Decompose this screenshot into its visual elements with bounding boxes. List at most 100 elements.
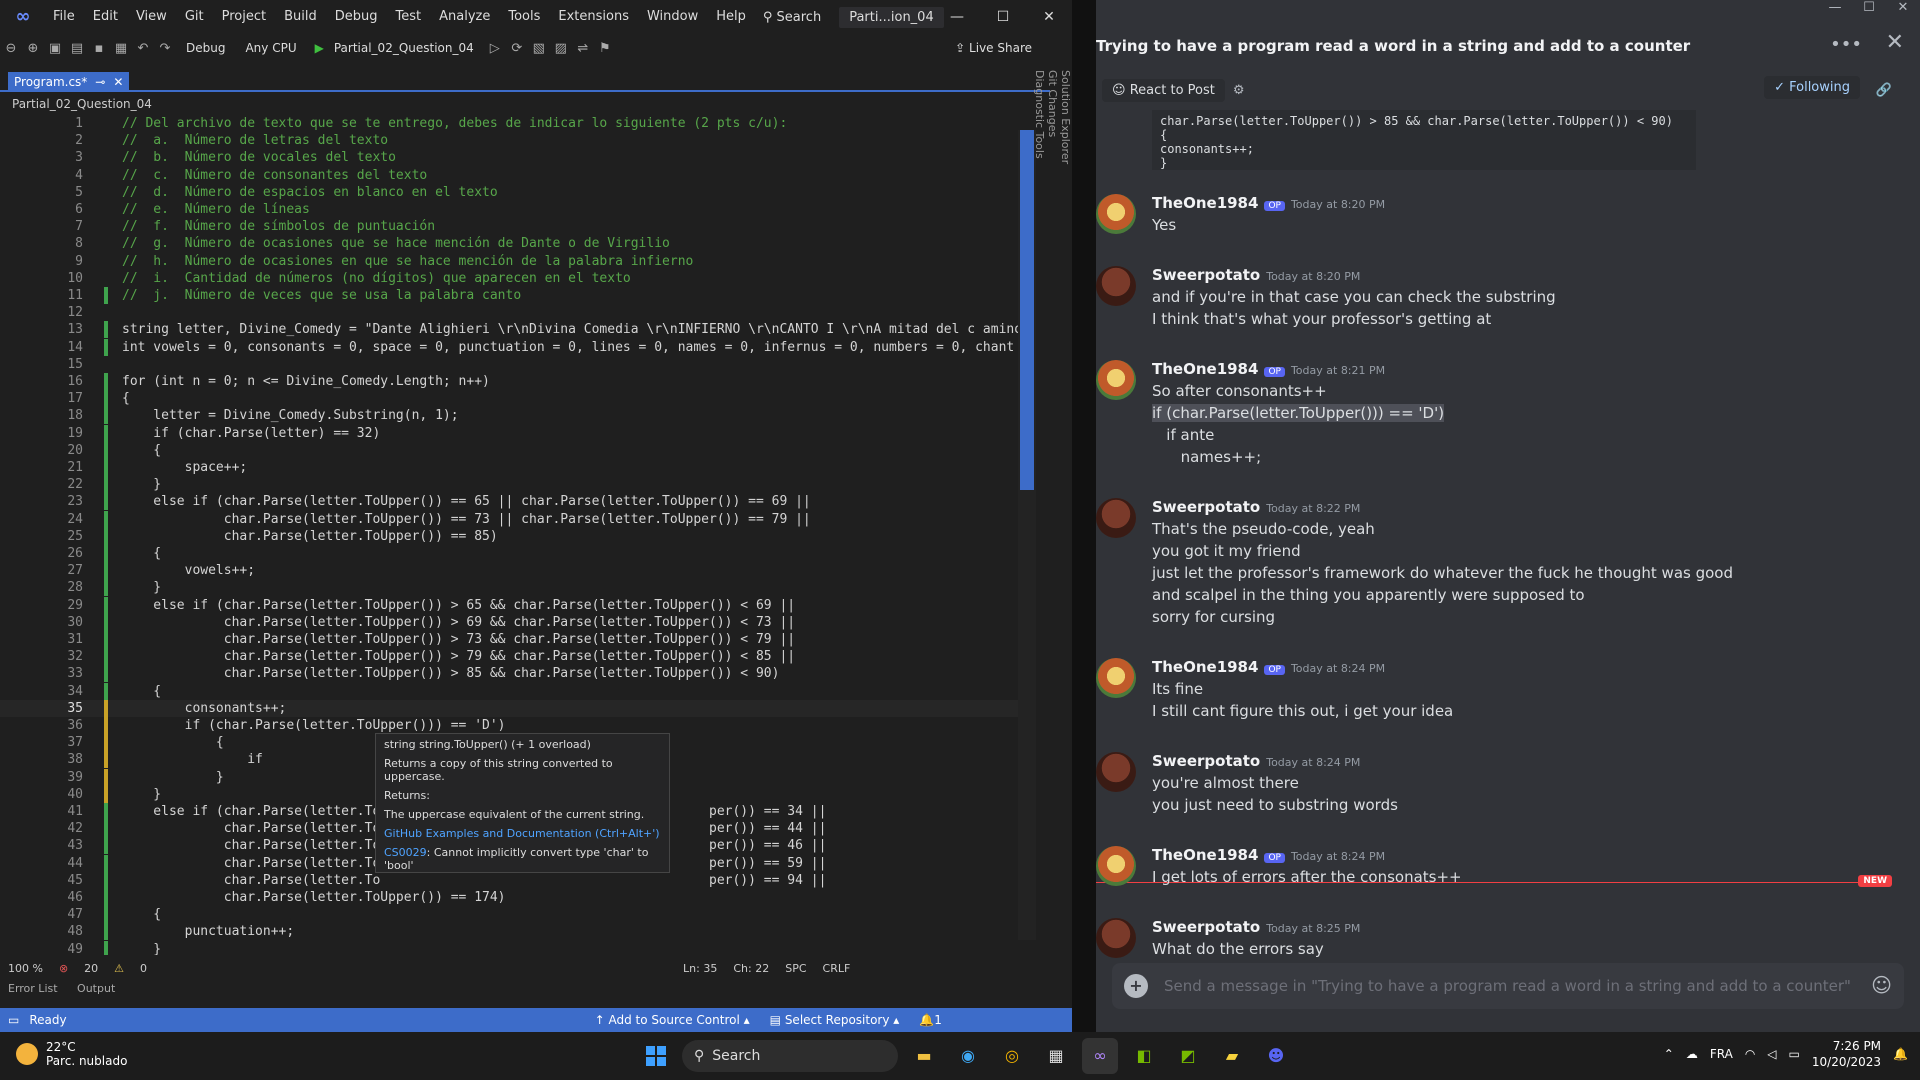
code-line[interactable]: 14 int vowels = 0, consonants = 0, space … [0, 338, 1025, 356]
avatar[interactable] [1096, 846, 1136, 886]
code-line[interactable]: 11 // j. Número de veces que se usa la pa… [0, 287, 1025, 304]
menu-item-view[interactable]: View [127, 0, 176, 34]
avatar[interactable] [1096, 498, 1136, 538]
code-line[interactable]: 1 // Del archivo de texto que se te entre… [0, 115, 1025, 132]
code-line[interactable]: 9 // h. Número de ocasiones en que se hac… [0, 253, 1025, 270]
code-line[interactable]: 29 else if (char.Parse(letter.ToUpper())… [0, 596, 1025, 614]
live-share-button[interactable]: ⇪ Live Share [955, 34, 1032, 62]
toolbar-icon-c[interactable]: ⇌ [572, 41, 594, 56]
hot-reload-icon[interactable]: ⟳ [506, 41, 528, 56]
react-to-post-button[interactable]: ☺ React to Post [1102, 78, 1225, 102]
add-attachment-icon[interactable]: + [1124, 974, 1148, 998]
toolbar-icon-a[interactable]: ▧ [528, 41, 550, 56]
chrome-icon[interactable]: ◎ [994, 1038, 1030, 1074]
redo-icon[interactable]: ↷ [154, 41, 176, 56]
code-line[interactable]: 8 // g. Número de ocasiones que se hace m… [0, 235, 1025, 252]
code-line[interactable]: 16 for (int n = 0; n <= Divine_Comedy.Len… [0, 373, 1025, 390]
code-line[interactable]: 6 // e. Número de líneas [0, 201, 1025, 218]
zoom-level[interactable]: 100 % [0, 962, 51, 975]
code-line[interactable]: 20 { [0, 441, 1025, 459]
maximize-button[interactable]: ☐ [980, 0, 1026, 34]
toolbar-icon-b[interactable]: ▨ [550, 41, 572, 56]
tooltip-docs-link[interactable]: GitHub Examples and Documentation (Ctrl+… [384, 827, 661, 840]
avatar[interactable] [1096, 752, 1136, 792]
menu-item-edit[interactable]: Edit [84, 0, 127, 34]
nvidia-icon[interactable]: ◧ [1126, 1038, 1162, 1074]
code-line[interactable]: 10 // i. Cantidad de números (no dígitos)… [0, 270, 1025, 287]
message-input[interactable]: + Send a message in "Trying to have a pr… [1112, 963, 1904, 1009]
error-list-tab[interactable]: Error List [0, 982, 66, 995]
code-line[interactable]: 17 { [0, 390, 1025, 408]
author-name[interactable]: Sweerpotato [1152, 752, 1260, 770]
warning-icon[interactable]: ⚠ [106, 962, 132, 975]
code-line[interactable]: 22 } [0, 476, 1025, 494]
close-button[interactable]: ✕ [1026, 0, 1072, 34]
menu-item-tools[interactable]: Tools [499, 0, 549, 34]
emoji-picker-icon[interactable]: ⚙ [1233, 83, 1245, 98]
platform-select[interactable]: Any CPU [235, 41, 306, 55]
battery-icon[interactable]: ▭ [1789, 1047, 1800, 1061]
notifications-icon[interactable]: 🔔1 [919, 1013, 942, 1027]
avatar[interactable] [1096, 360, 1136, 400]
vs-search-box[interactable]: ⚲ Search [763, 10, 821, 25]
nvidia-app-icon[interactable]: ◩ [1170, 1038, 1206, 1074]
code-line[interactable]: 46 char.Parse(letter.ToUpper()) == 174) [0, 889, 1025, 906]
startup-project-select[interactable]: Partial_02_Question_04 [324, 41, 484, 55]
error-count[interactable]: 20 [76, 962, 106, 975]
code-line[interactable]: 18 letter = Divine_Comedy.Substring(n, 1… [0, 407, 1025, 425]
author-name[interactable]: TheOne1984 [1152, 846, 1258, 864]
menu-item-project[interactable]: Project [213, 0, 275, 34]
error-code-link[interactable]: CS0029 [384, 846, 427, 859]
code-line[interactable]: 21 space++; [0, 459, 1025, 476]
warning-count[interactable]: 0 [132, 962, 155, 975]
discord-minimize-button[interactable]: — [1818, 0, 1852, 15]
output-tab[interactable]: Output [69, 982, 123, 995]
code-line[interactable]: 31 char.Parse(letter.ToUpper()) > 73 && … [0, 631, 1025, 648]
code-line[interactable]: 45 char.Parse(letter.To per()) == 94 || [0, 871, 1025, 889]
editor-scrollbar[interactable] [1018, 130, 1036, 940]
code-line[interactable]: 23 else if (char.Parse(letter.ToUpper())… [0, 493, 1025, 511]
discord-icon[interactable]: ☻ [1258, 1038, 1294, 1074]
discord-close-button[interactable]: ✕ [1886, 0, 1920, 15]
code-line[interactable]: 48 punctuation++; [0, 923, 1025, 941]
menu-item-git[interactable]: Git [176, 0, 213, 34]
code-line[interactable]: 5 // d. Número de espacios en blanco en e… [0, 184, 1025, 201]
vs-logo-icon[interactable]: ∞ [10, 6, 36, 28]
solution-explorer-tab[interactable]: Solution Explorer [1059, 70, 1072, 366]
navigation-bar[interactable]: Partial_02_Question_04 [0, 95, 1030, 113]
more-options-icon[interactable]: ••• [1830, 34, 1862, 55]
volume-icon[interactable]: ◁ [1767, 1047, 1776, 1061]
back-icon[interactable]: ⊖ [0, 41, 22, 56]
error-icon[interactable]: ⊗ [51, 962, 76, 975]
cloud-icon[interactable]: ☁ [1686, 1047, 1698, 1061]
menu-item-window[interactable]: Window [638, 0, 707, 34]
run-without-debug-icon[interactable]: ▷ [484, 41, 506, 56]
scrollbar-thumb[interactable] [1020, 130, 1034, 490]
author-name[interactable]: Sweerpotato [1152, 498, 1260, 516]
bookmark-icon[interactable]: ⚑ [594, 41, 616, 56]
open-icon[interactable]: ▤ [66, 41, 88, 56]
chevron-up-icon[interactable]: ⌃ [1664, 1047, 1674, 1061]
code-line[interactable]: 19 if (char.Parse(letter) == 32) [0, 424, 1025, 442]
visual-studio-icon[interactable]: ∞ [1082, 1038, 1118, 1074]
add-source-control[interactable]: ↑ Add to Source Control ▴ [595, 1013, 750, 1027]
start-icon[interactable]: ▶ [315, 41, 324, 55]
code-line[interactable]: 30 char.Parse(letter.ToUpper()) > 69 && … [0, 613, 1025, 631]
code-line[interactable]: 13 string letter, Divine_Comedy = "Dante … [0, 321, 1025, 339]
select-repository[interactable]: ▤ Select Repository ▴ [770, 1013, 900, 1027]
avatar[interactable] [1096, 194, 1136, 234]
author-name[interactable]: TheOne1984 [1152, 360, 1258, 378]
code-line[interactable]: 34 { [0, 682, 1025, 700]
taskbar-search[interactable]: ⚲ Search [682, 1040, 898, 1072]
forward-icon[interactable]: ⊕ [22, 41, 44, 56]
undo-icon[interactable]: ↶ [132, 41, 154, 56]
emoji-icon[interactable]: ☺ [1871, 973, 1892, 997]
code-line[interactable]: 26 { [0, 545, 1025, 562]
tab-close-icon[interactable]: ✕ [113, 75, 123, 89]
close-thread-icon[interactable]: ✕ [1886, 30, 1904, 55]
avatar[interactable] [1096, 918, 1136, 958]
menu-item-extensions[interactable]: Extensions [549, 0, 638, 34]
avatar[interactable] [1096, 266, 1136, 306]
menu-item-build[interactable]: Build [275, 0, 326, 34]
discord-maximize-button[interactable]: ☐ [1852, 0, 1886, 15]
